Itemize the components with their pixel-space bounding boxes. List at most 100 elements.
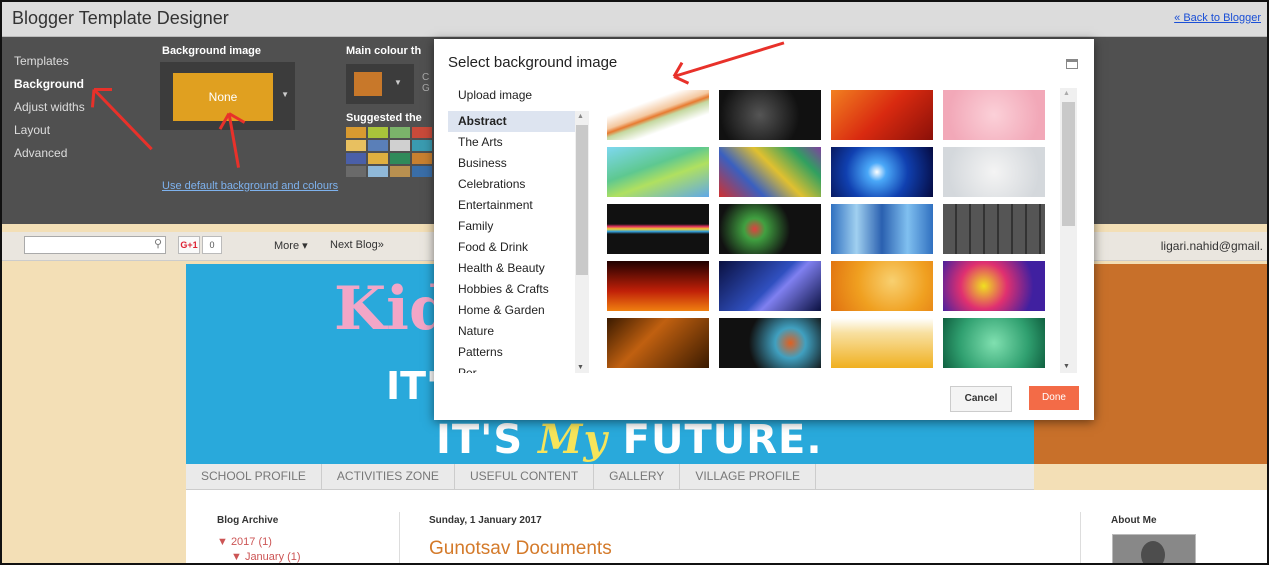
bg-thumbnail[interactable]: [607, 147, 709, 197]
nav-background[interactable]: Background: [14, 73, 85, 96]
next-blog-link[interactable]: Next Blog»: [330, 239, 384, 251]
google-plus-button[interactable]: G+1: [178, 236, 200, 254]
background-image-swatch[interactable]: None: [173, 73, 273, 121]
main-colour-picker[interactable]: ▼: [346, 64, 414, 104]
menu-school-profile[interactable]: SCHOOL PROFILE: [186, 464, 322, 489]
category-people[interactable]: Per...: [448, 363, 585, 373]
avatar[interactable]: [1112, 534, 1196, 563]
category-celebrations[interactable]: Celebrations: [448, 174, 585, 195]
category-business[interactable]: Business: [448, 153, 585, 174]
category-entertainment[interactable]: Entertainment: [448, 195, 585, 216]
theme-swatch[interactable]: [368, 153, 388, 164]
archive-year-link[interactable]: ▼ 2017 (1): [217, 536, 272, 548]
theme-swatch[interactable]: [412, 140, 432, 151]
theme-swatch[interactable]: [368, 127, 388, 138]
scrollbar-thumb[interactable]: [576, 125, 588, 275]
category-food-drink[interactable]: Food & Drink: [448, 237, 585, 258]
archive-month-link[interactable]: ▼ January (1): [231, 551, 301, 563]
thumbnail-scrollbar[interactable]: ▲ ▼: [1060, 88, 1077, 373]
bg-thumbnail[interactable]: [607, 204, 709, 254]
tagline-future: FUTURE.: [622, 417, 823, 463]
use-default-background-link[interactable]: Use default background and colours: [162, 180, 338, 192]
nav-adjust-widths[interactable]: Adjust widths: [14, 96, 85, 119]
scroll-down-icon[interactable]: ▼: [1063, 363, 1070, 370]
menu-useful-content[interactable]: USEFUL CONTENT: [455, 464, 595, 489]
nav-templates[interactable]: Templates: [14, 50, 85, 73]
category-patterns[interactable]: Patterns: [448, 342, 585, 363]
bg-thumbnail[interactable]: [719, 261, 821, 311]
category-scrollbar[interactable]: ▲ ▼: [575, 111, 589, 373]
menu-village-profile[interactable]: VILLAGE PROFILE: [680, 464, 817, 489]
category-nature[interactable]: Nature: [448, 321, 585, 342]
theme-swatch[interactable]: [390, 166, 410, 177]
maximize-icon[interactable]: [1066, 59, 1078, 69]
theme-swatch[interactable]: [346, 127, 366, 138]
bg-thumbnail[interactable]: [943, 90, 1045, 140]
theme-swatch[interactable]: [346, 140, 366, 151]
category-hobbies-crafts[interactable]: Hobbies & Crafts: [448, 279, 585, 300]
tagline-its: IT'S: [436, 417, 524, 463]
theme-swatch[interactable]: [390, 153, 410, 164]
bg-thumbnail[interactable]: [719, 204, 821, 254]
about-me-title: About Me: [1111, 515, 1157, 526]
blog-menu-bar: SCHOOL PROFILE ACTIVITIES ZONE USEFUL CO…: [186, 464, 1034, 490]
user-email[interactable]: ligari.nahid@gmail.: [1161, 239, 1263, 253]
bg-thumbnail[interactable]: [719, 90, 821, 140]
theme-swatch[interactable]: [412, 166, 432, 177]
theme-swatch[interactable]: [368, 140, 388, 151]
scroll-up-icon[interactable]: ▲: [1063, 90, 1070, 97]
cancel-button[interactable]: Cancel: [950, 386, 1012, 412]
category-abstract[interactable]: Abstract: [448, 111, 585, 132]
menu-gallery[interactable]: GALLERY: [594, 464, 681, 489]
bg-thumbnail[interactable]: [831, 318, 933, 368]
bg-thumbnail[interactable]: [607, 90, 709, 140]
cropped-text-c: C: [422, 72, 430, 83]
bg-thumbnail[interactable]: [831, 261, 933, 311]
bg-thumbnail[interactable]: [943, 204, 1045, 254]
bg-thumbnail[interactable]: [607, 261, 709, 311]
category-the-arts[interactable]: The Arts: [448, 132, 585, 153]
bg-thumbnail[interactable]: [943, 318, 1045, 368]
bg-thumbnail[interactable]: [719, 318, 821, 368]
annotation-arrow: [90, 89, 96, 108]
dropdown-arrow-icon[interactable]: ▼: [394, 78, 402, 87]
bg-thumbnail[interactable]: [831, 204, 933, 254]
theme-swatch[interactable]: [346, 153, 366, 164]
bg-thumbnail[interactable]: [719, 147, 821, 197]
post-title[interactable]: Gunotsav Documents: [429, 538, 612, 560]
background-thumbnail-grid: [607, 90, 1052, 375]
bg-thumbnail[interactable]: [943, 147, 1045, 197]
more-menu[interactable]: More ▾: [274, 239, 308, 252]
nav-advanced[interactable]: Advanced: [14, 142, 85, 165]
main-colour-label: Main colour th: [346, 45, 422, 57]
scroll-down-icon[interactable]: ▼: [577, 364, 584, 371]
category-health-beauty[interactable]: Health & Beauty: [448, 258, 585, 279]
menu-activities-zone[interactable]: ACTIVITIES ZONE: [322, 464, 455, 489]
bg-thumbnail[interactable]: [831, 147, 933, 197]
background-image-picker[interactable]: None ▼: [160, 62, 295, 130]
done-button[interactable]: Done: [1029, 386, 1079, 410]
theme-swatch[interactable]: [412, 153, 432, 164]
blog-search-input[interactable]: ⚲: [24, 236, 166, 254]
bg-thumbnail[interactable]: [943, 261, 1045, 311]
theme-swatch[interactable]: [346, 166, 366, 177]
theme-swatch[interactable]: [390, 140, 410, 151]
bg-thumbnail[interactable]: [607, 318, 709, 368]
scroll-up-icon[interactable]: ▲: [577, 113, 584, 120]
theme-swatch[interactable]: [412, 127, 432, 138]
avatar-head: [1141, 541, 1165, 563]
category-family[interactable]: Family: [448, 216, 585, 237]
theme-swatch[interactable]: [368, 166, 388, 177]
category-home-garden[interactable]: Home & Garden: [448, 300, 585, 321]
upload-image-link[interactable]: Upload image: [458, 88, 532, 102]
main-colour-swatch[interactable]: [354, 72, 382, 96]
suggested-themes-grid[interactable]: [346, 127, 436, 177]
screenshot-frame: Blogger Template Designer « Back to Blog…: [0, 0, 1269, 565]
nav-layout[interactable]: Layout: [14, 119, 85, 142]
scrollbar-thumb[interactable]: [1062, 102, 1075, 226]
search-icon[interactable]: ⚲: [154, 237, 162, 250]
dropdown-arrow-icon[interactable]: ▼: [281, 90, 289, 99]
back-to-blogger-link[interactable]: « Back to Blogger: [1174, 12, 1261, 24]
theme-swatch[interactable]: [390, 127, 410, 138]
bg-thumbnail[interactable]: [831, 90, 933, 140]
